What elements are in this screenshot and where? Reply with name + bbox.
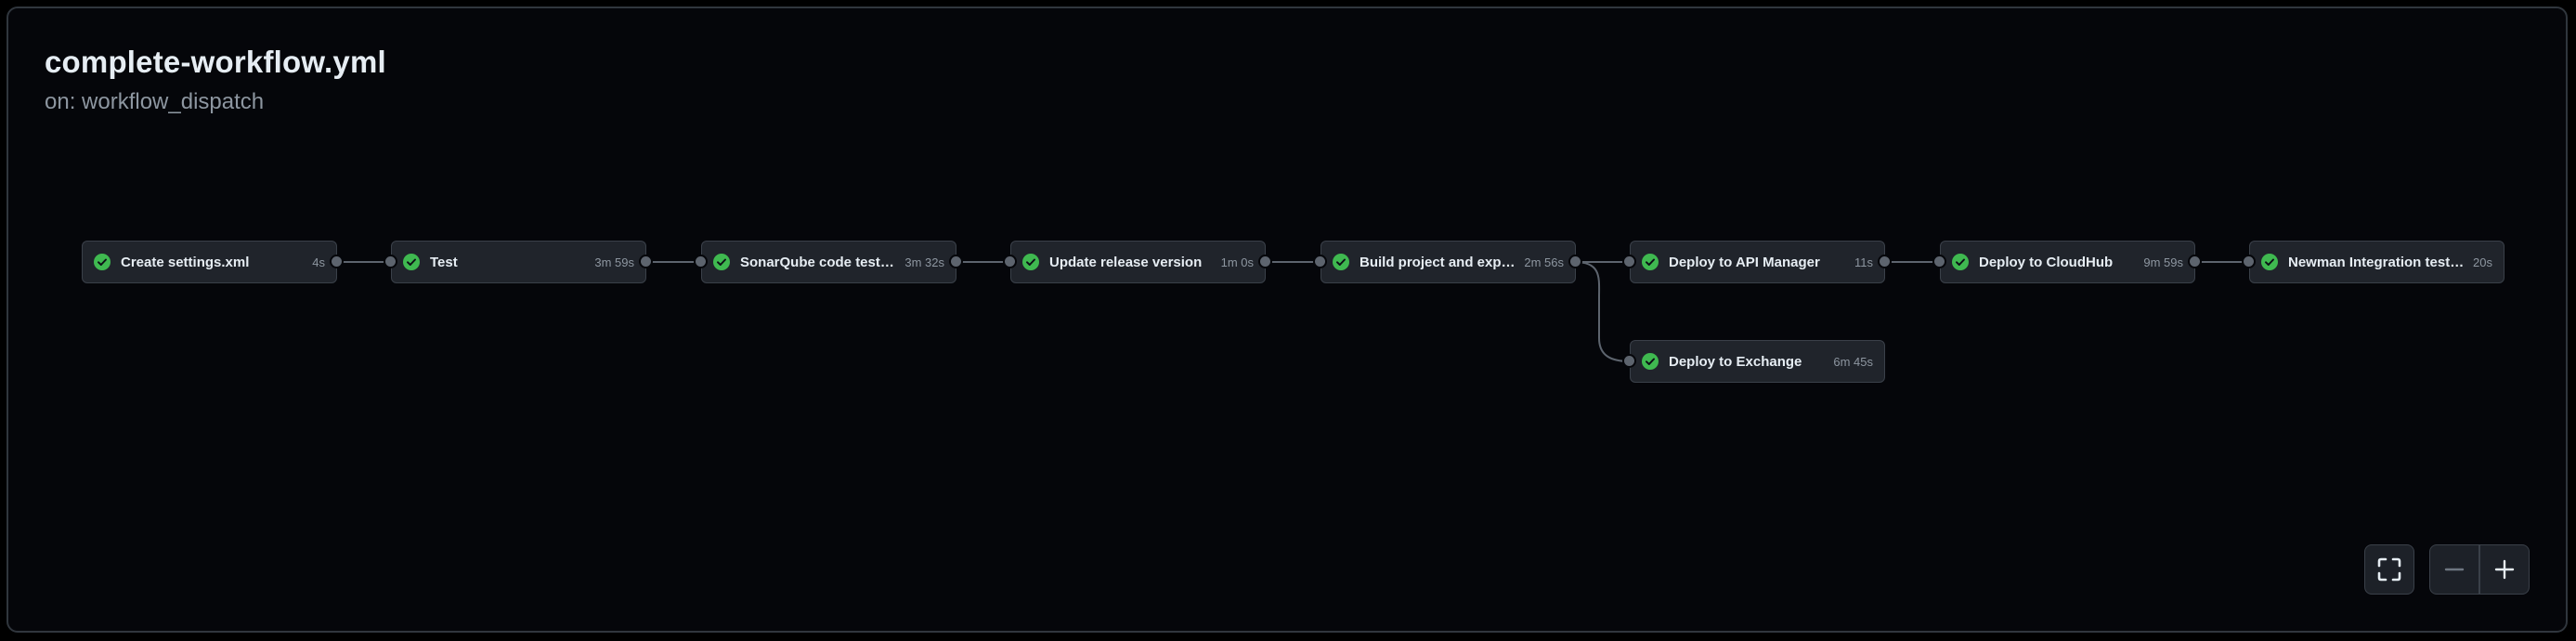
job-duration: 3m 32s [904, 255, 944, 269]
job-output-port [639, 255, 653, 268]
job-output-port [1568, 255, 1582, 268]
job-input-port [1622, 354, 1636, 368]
check-circle-icon [403, 254, 420, 270]
edge-build-to-exchange [1574, 261, 1631, 362]
zoom-in-button[interactable] [2480, 545, 2529, 594]
job-input-port [1622, 255, 1636, 268]
job-duration: 9m 59s [2143, 255, 2183, 269]
job-duration: 6m 45s [1833, 354, 1873, 369]
job-duration: 4s [312, 255, 325, 269]
job-duration: 2m 56s [1524, 255, 1564, 269]
job-input-port [694, 255, 708, 268]
job-name: Build project and expo… [1360, 254, 1517, 270]
job-duration: 11s [1854, 255, 1873, 269]
job-output-port [1878, 255, 1892, 268]
zoom-out-button[interactable] [2430, 545, 2478, 594]
job-deploy-api-manager[interactable]: Deploy to API Manager 11s [1630, 241, 1885, 283]
check-circle-icon [1642, 353, 1659, 370]
job-output-port [2188, 255, 2202, 268]
job-input-port [1313, 255, 1327, 268]
job-duration: 3m 59s [594, 255, 634, 269]
check-circle-icon [713, 254, 730, 270]
job-input-port [384, 255, 397, 268]
job-name: SonarQube code testing [740, 254, 898, 270]
check-circle-icon [1333, 254, 1349, 270]
fullscreen-icon [2377, 557, 2401, 582]
job-name: Test [430, 254, 458, 270]
check-circle-icon [1022, 254, 1039, 270]
job-test[interactable]: Test 3m 59s [391, 241, 646, 283]
job-duration: 20s [2473, 255, 2492, 269]
job-newman-integration-testing[interactable]: Newman Integration testing 20s [2249, 241, 2504, 283]
plus-icon [2494, 559, 2515, 580]
check-circle-icon [1952, 254, 1969, 270]
job-duration: 1m 0s [1220, 255, 1254, 269]
job-name: Create settings.xml [121, 254, 250, 270]
job-input-port [1932, 255, 1946, 268]
job-name: Deploy to API Manager [1669, 254, 1820, 270]
job-build-project[interactable]: Build project and expo… 2m 56s [1321, 241, 1576, 283]
job-name: Newman Integration testing [2288, 254, 2466, 270]
job-output-port [1258, 255, 1272, 268]
minus-icon [2444, 568, 2465, 571]
zoom-controls [2429, 544, 2530, 595]
job-input-port [1003, 255, 1017, 268]
job-update-release-version[interactable]: Update release version 1m 0s [1010, 241, 1266, 283]
job-deploy-cloudhub[interactable]: Deploy to CloudHub 9m 59s [1940, 241, 2195, 283]
job-input-port [2242, 255, 2256, 268]
check-circle-icon [1642, 254, 1659, 270]
job-sonarqube[interactable]: SonarQube code testing 3m 32s [701, 241, 956, 283]
job-name: Update release version [1049, 254, 1203, 270]
job-name: Deploy to CloudHub [1979, 254, 2114, 270]
fullscreen-button[interactable] [2364, 544, 2414, 595]
job-name: Deploy to Exchange [1669, 353, 1802, 370]
job-create-settings[interactable]: Create settings.xml 4s [82, 241, 337, 283]
job-deploy-exchange[interactable]: Deploy to Exchange 6m 45s [1630, 340, 1885, 383]
job-output-port [949, 255, 963, 268]
check-circle-icon [94, 254, 111, 270]
job-output-port [330, 255, 344, 268]
check-circle-icon [2261, 254, 2278, 270]
job-dependency-edges [336, 261, 2249, 362]
